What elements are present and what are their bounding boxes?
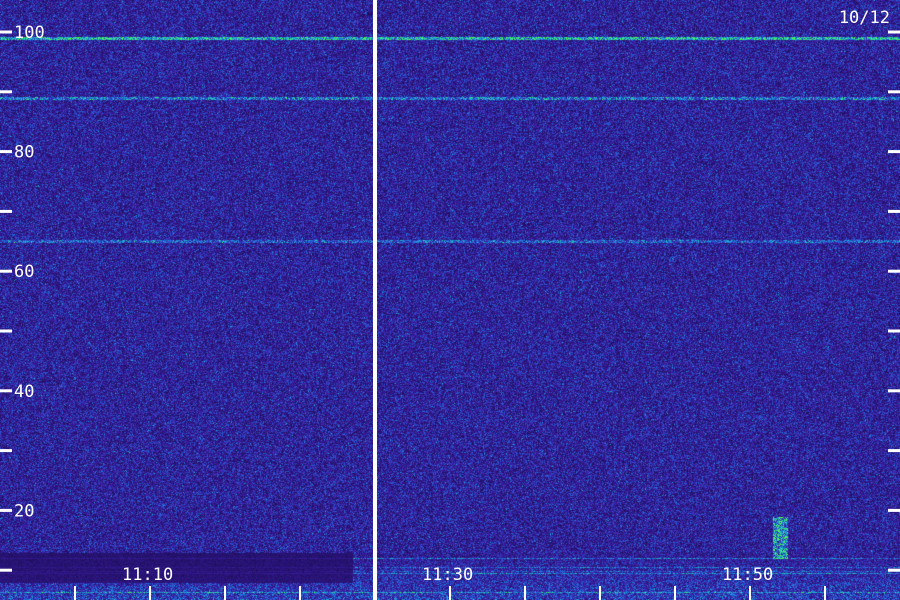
- x-tick: [749, 586, 751, 600]
- y-tick-left: [0, 150, 12, 154]
- x-axis: 11:10 11:30 11:50: [74, 565, 826, 600]
- x-tick: [374, 586, 376, 600]
- y-tick-label: 60: [14, 262, 34, 282]
- y-tick-label: 80: [14, 143, 34, 163]
- y-tick-right: [888, 150, 900, 154]
- y-tick-right: [888, 30, 900, 34]
- x-tick: [674, 586, 676, 600]
- y-tick-right: [888, 389, 900, 393]
- y-tick-left: [0, 329, 12, 333]
- y-tick-left: [0, 90, 12, 94]
- y-tick-left: [0, 30, 12, 34]
- x-tick: [299, 586, 301, 600]
- y-tick-left: [0, 449, 12, 453]
- y-tick-right: [888, 269, 900, 273]
- y-tick-left: [0, 508, 12, 512]
- y-tick-right: [888, 568, 900, 572]
- y-tick-right: [888, 209, 900, 213]
- y-tick-right: [888, 329, 900, 333]
- x-tick-label: 11:10: [122, 565, 173, 585]
- x-tick: [599, 586, 601, 600]
- y-tick-left: [0, 209, 12, 213]
- x-tick: [224, 586, 226, 600]
- x-tick: [149, 586, 151, 600]
- chart-overlay: 20 40 60 80 100 11:10 11:30 11:50 10/12: [0, 0, 900, 600]
- y-tick-right: [888, 90, 900, 94]
- x-tick: [74, 586, 76, 600]
- y-tick-left: [0, 389, 12, 393]
- y-tick-label: 20: [14, 501, 34, 521]
- y-tick-right: [888, 449, 900, 453]
- y-tick-left: [0, 269, 12, 273]
- x-tick: [524, 586, 526, 600]
- x-tick: [449, 586, 451, 600]
- y-tick-left: [0, 568, 12, 572]
- x-tick: [824, 586, 826, 600]
- y-axis: 20 40 60 80 100: [0, 23, 900, 572]
- spectrogram-chart: 20 40 60 80 100 11:10 11:30 11:50 10/12: [0, 0, 900, 600]
- date-label: 10/12: [839, 8, 890, 28]
- gap-divider: [373, 0, 377, 600]
- y-tick-right: [888, 508, 900, 512]
- y-tick-label: 100: [14, 23, 45, 43]
- y-tick-label: 40: [14, 382, 34, 402]
- x-tick-label: 11:30: [422, 565, 473, 585]
- x-tick-label: 11:50: [722, 565, 773, 585]
